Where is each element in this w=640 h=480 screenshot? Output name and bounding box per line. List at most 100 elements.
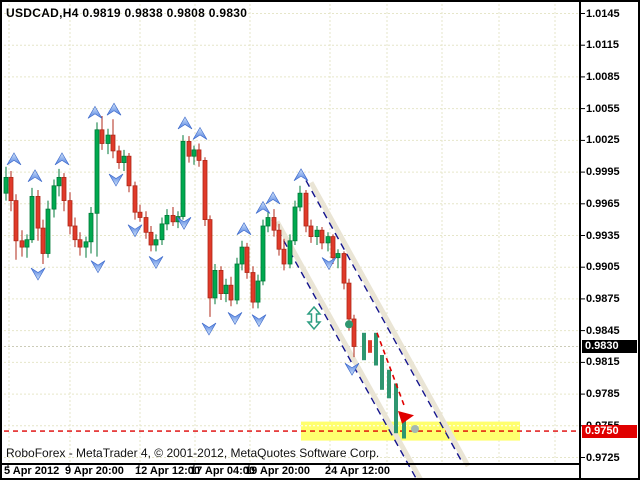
time-tick-label: 19 Apr 20:00 xyxy=(245,465,310,478)
fractal-up-icon xyxy=(266,192,280,204)
candle xyxy=(46,209,50,253)
candle xyxy=(149,232,153,245)
forecast-bar xyxy=(374,333,378,366)
fractal-down-icon xyxy=(109,174,123,186)
candle xyxy=(111,135,115,151)
forecast-bar xyxy=(362,333,366,360)
candle xyxy=(84,242,88,247)
price-tick-label: 0.9935 xyxy=(586,230,620,243)
candle xyxy=(95,130,99,214)
candle xyxy=(256,281,260,302)
candle xyxy=(282,249,286,264)
candle xyxy=(9,177,13,200)
fractal-up-icon xyxy=(55,153,69,165)
candle xyxy=(122,156,126,162)
candle xyxy=(41,228,45,253)
time-tick-label: 5 Apr 2012 xyxy=(4,465,59,478)
candle xyxy=(331,237,335,258)
candle xyxy=(100,130,104,144)
fractal-down-icon xyxy=(252,315,266,327)
candle xyxy=(203,160,207,219)
price-tick-label: 0.9965 xyxy=(586,198,620,211)
copyright-text: RoboForex - MetaTrader 4, © 2001-2012, M… xyxy=(6,446,379,460)
mt4-chart-window: USDCAD,H4 0.9819 0.9838 0.9808 0.9830 Ro… xyxy=(0,0,640,480)
forecast-bar xyxy=(368,340,372,353)
support-price-marker: 0.9750 xyxy=(582,425,637,438)
candle xyxy=(235,264,239,300)
price-tick-label: 1.0025 xyxy=(586,134,620,147)
price-tick-label: 0.9905 xyxy=(586,261,620,274)
candle xyxy=(138,212,142,217)
fractal-down-icon xyxy=(228,312,242,324)
candle xyxy=(336,254,340,258)
fractal-up-icon xyxy=(237,223,251,235)
candle xyxy=(266,218,270,227)
price-tick-label: 1.0085 xyxy=(586,71,620,84)
candle xyxy=(62,177,66,200)
price-tick-label: 0.9725 xyxy=(586,452,620,465)
candle xyxy=(224,285,228,293)
fractal-up-icon xyxy=(107,103,121,115)
candle xyxy=(187,141,191,156)
candle xyxy=(25,240,29,247)
candle xyxy=(261,226,265,281)
candle xyxy=(326,237,330,243)
fractal-up-icon xyxy=(178,117,192,129)
time-tick-label: 9 Apr 20:00 xyxy=(65,465,124,478)
candle xyxy=(160,224,164,240)
candle xyxy=(165,215,169,224)
candle xyxy=(154,240,158,245)
candle xyxy=(52,186,56,209)
candle xyxy=(171,215,175,221)
candle xyxy=(272,218,276,231)
bid-price-marker: 0.9830 xyxy=(582,340,637,353)
candle xyxy=(68,201,72,226)
candle xyxy=(304,193,308,226)
candle xyxy=(293,207,297,241)
candle xyxy=(342,254,346,284)
forecast-bar xyxy=(394,384,398,434)
candle xyxy=(213,270,217,298)
price-tick-label: 1.0115 xyxy=(586,39,619,52)
candle xyxy=(245,247,249,272)
fractal-down-icon xyxy=(202,323,216,335)
fractal-down-icon xyxy=(31,268,45,280)
updown-arrow-icon xyxy=(308,307,320,329)
chart-title: USDCAD,H4 0.9819 0.9838 0.9808 0.9830 xyxy=(6,6,247,20)
price-tick-label: 0.9815 xyxy=(586,356,620,369)
swing-dot xyxy=(345,320,353,328)
candle xyxy=(277,230,281,249)
forecast-bar xyxy=(380,355,384,390)
candle xyxy=(4,177,8,193)
candle xyxy=(315,230,319,236)
candle xyxy=(229,285,233,300)
candle xyxy=(320,230,324,243)
candle xyxy=(78,240,82,247)
candle xyxy=(197,150,201,161)
candle xyxy=(127,156,131,186)
candle xyxy=(30,196,34,239)
chart-canvas[interactable] xyxy=(2,2,638,478)
candle xyxy=(73,226,77,240)
fractal-down-icon xyxy=(149,256,163,268)
fractal-up-icon xyxy=(256,202,270,214)
candle xyxy=(57,177,61,185)
candle xyxy=(181,141,185,216)
candle xyxy=(192,150,196,156)
price-tick-label: 0.9995 xyxy=(586,166,620,179)
candle xyxy=(219,270,223,293)
candle xyxy=(14,201,18,241)
target-dot xyxy=(411,425,419,433)
price-tick-label: 0.9785 xyxy=(586,388,620,401)
fractal-up-icon xyxy=(28,170,42,182)
price-tick-label: 0.9875 xyxy=(586,293,620,306)
candle xyxy=(298,193,302,207)
candle xyxy=(36,196,40,228)
candle xyxy=(251,273,255,303)
candle xyxy=(133,186,137,212)
price-tick-label: 1.0145 xyxy=(586,8,620,21)
price-tick-label: 0.9845 xyxy=(586,325,620,338)
fractal-down-icon xyxy=(128,225,142,237)
candle xyxy=(309,226,313,237)
candle xyxy=(117,151,121,163)
